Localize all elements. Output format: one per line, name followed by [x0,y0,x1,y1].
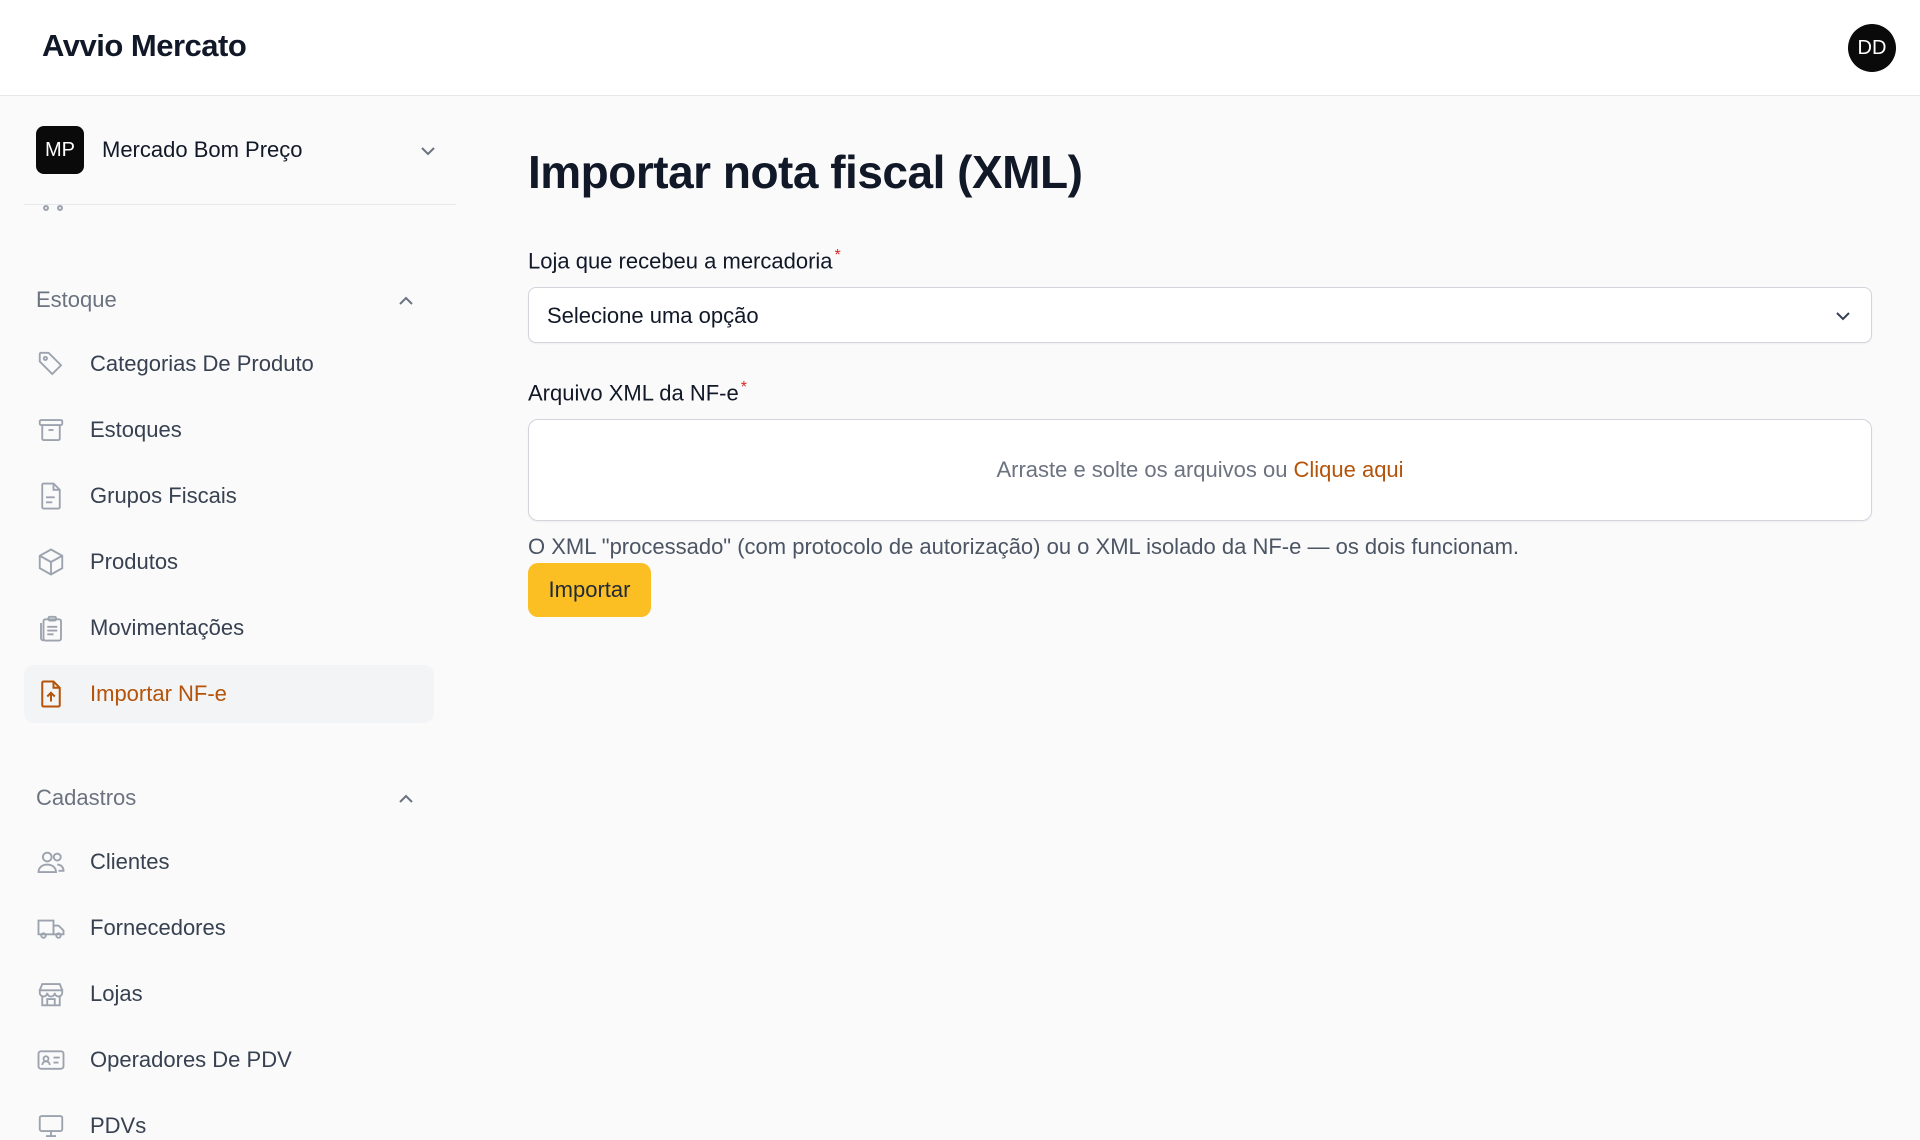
chevron-up-icon[interactable] [394,787,418,811]
sidebar-item-label: Categorias De Produto [90,351,314,376]
import-button[interactable]: Importar [528,563,651,617]
sidebar-item-lojas[interactable]: Lojas [24,965,434,1023]
sidebar-item-label: Operadores De PDV [90,1047,292,1072]
sidebar-item-importar-nfe[interactable]: Importar NF-e [24,665,434,723]
nav-group-cadastros[interactable]: Cadastros [36,785,136,811]
sidebar-item-estoques[interactable]: Estoques [24,401,434,459]
sidebar-item-clientes[interactable]: Clientes [24,833,434,891]
tenant-avatar: MP [36,126,84,174]
user-avatar[interactable]: DD [1848,24,1896,72]
sidebar-item-label: Produtos [90,549,179,574]
sidebar-item-label: Lojas [90,981,143,1006]
sidebar-item-label: Movimentações [90,615,245,640]
dropzone-browse-link[interactable]: Clique aqui [1293,457,1403,483]
sidebar-item-label: PDVs [90,1113,147,1138]
store-field-label-text: Loja que recebeu a mercadoria [528,248,833,274]
top-bar: Avvio Mercato DD [0,0,1920,96]
tenant-switcher[interactable]: MP Mercado Bom Preço [24,97,456,205]
file-dropzone[interactable]: Arraste e solte os arquivos ou Clique aq… [528,419,1872,521]
computer-icon [36,1111,66,1140]
chevron-down-icon [416,139,440,163]
clipboard-list-icon [36,613,66,643]
archive-icon [36,415,66,445]
truck-icon [36,913,66,943]
sidebar-item-label: Importar NF-e [90,681,227,706]
sidebar-item-label: Estoques [90,417,182,442]
sidebar: MP Mercado Bom Preço Estoque Categorias … [0,97,456,1140]
sidebar-item-produtos[interactable]: Produtos [24,533,434,591]
brand-logo[interactable]: Avvio Mercato [42,28,247,64]
tag-icon [36,349,66,379]
storefront-icon [36,979,66,1009]
chevron-down-icon [1831,304,1855,328]
sidebar-item-movimentacoes[interactable]: Movimentações [24,599,434,657]
required-marker: * [834,247,841,264]
cube-icon [36,547,66,577]
sidebar-item-pdvs[interactable]: PDVs [24,1097,434,1140]
sidebar-item-label: Fornecedores [90,915,226,940]
file-hint: O XML "processado" (com protocolo de aut… [528,534,1520,559]
nav-group-estoque[interactable]: Estoque [36,287,117,313]
sidebar-item-fornecedores[interactable]: Fornecedores [24,899,434,957]
store-field-label: Loja que recebeu a mercadoria * [528,247,841,274]
document-text-icon [36,481,66,511]
cart-icon [36,204,70,214]
sidebar-item-grupos-fiscais[interactable]: Grupos Fiscais [24,467,434,525]
sidebar-item-operadores-pdv[interactable]: Operadores De PDV [24,1031,434,1089]
document-upload-icon [36,679,66,709]
store-select[interactable]: Selecione uma opção [528,287,1872,343]
sidebar-item-label: Clientes [90,849,170,874]
page-title: Importar nota fiscal (XML) [528,146,1083,198]
sidebar-item-categorias[interactable]: Categorias De Produto [24,335,434,393]
file-field-label-text: Arquivo XML da NF-e [528,380,739,406]
sidebar-item-label: Grupos Fiscais [90,483,237,508]
file-field-label: Arquivo XML da NF-e * [528,379,747,406]
users-icon [36,847,66,877]
id-card-icon [36,1045,66,1075]
dropzone-text: Arraste e solte os arquivos ou [996,457,1288,482]
tenant-name: Mercado Bom Preço [102,137,303,162]
store-select-value: Selecione uma opção [547,303,759,328]
required-marker: * [740,379,747,396]
chevron-up-icon[interactable] [394,289,418,313]
